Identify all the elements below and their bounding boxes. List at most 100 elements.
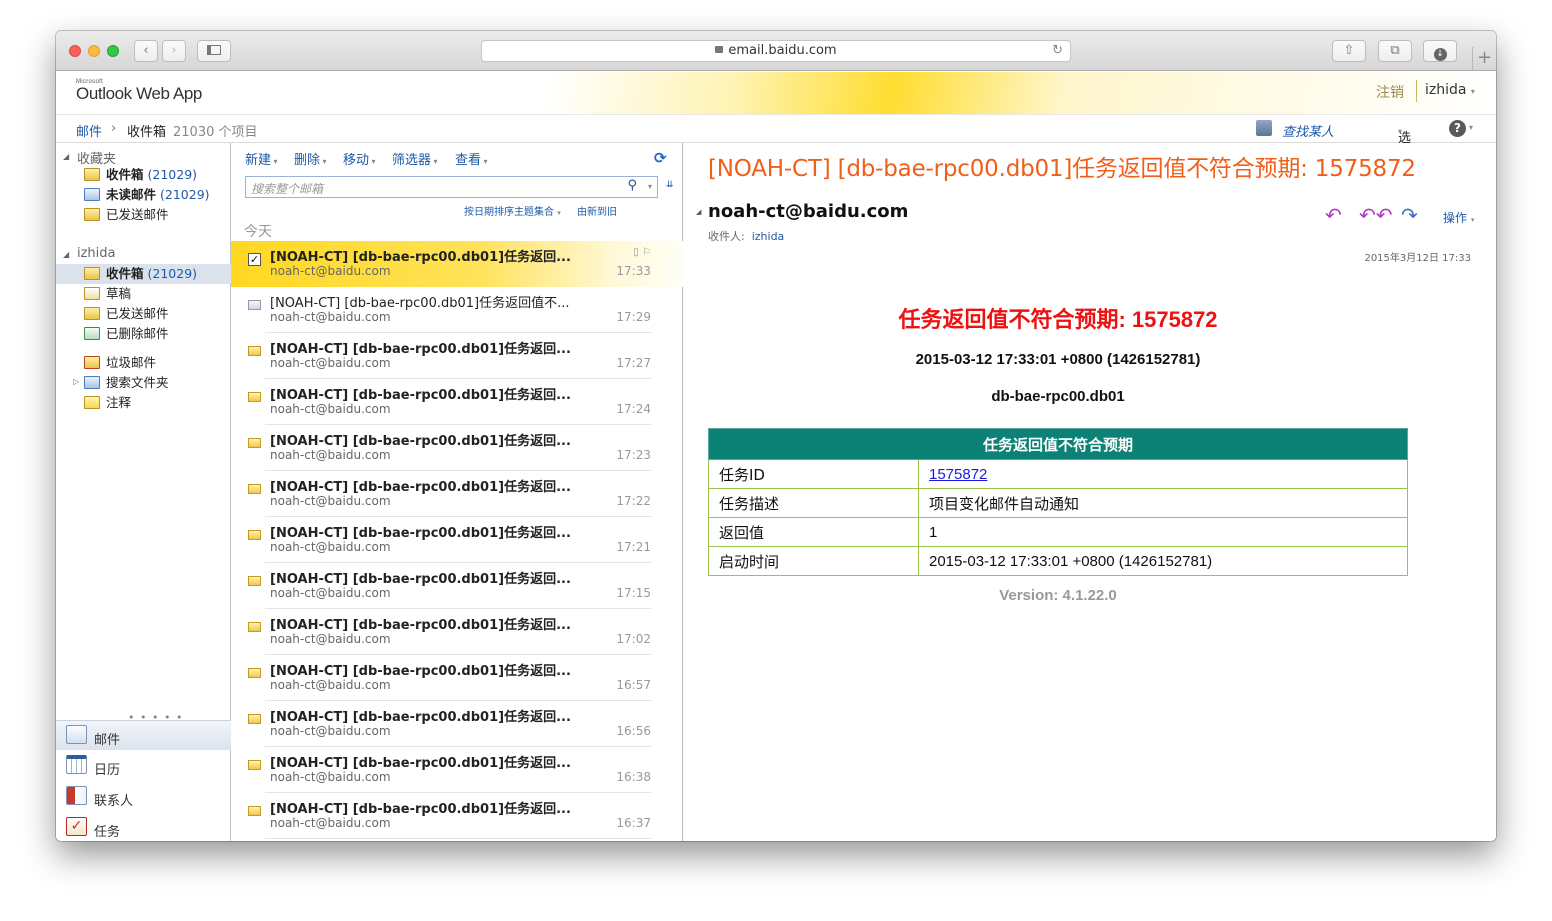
envelope-icon (248, 806, 261, 816)
list-item[interactable]: [NOAH-CT] [db-bae-rpc00.db01]任务返回值不... no… (231, 287, 683, 333)
nav-contacts-button[interactable]: 联系人 (56, 782, 231, 812)
nav-calendar-button[interactable]: 日历 (56, 751, 231, 781)
breadcrumb: 邮件 › 收件箱 21030 个项目 查找某人 选项 ▾ ? ▾ (56, 114, 1496, 165)
favorite-inbox[interactable]: 收件箱 (21029) (84, 166, 197, 184)
filter-button[interactable]: 筛选器 (392, 149, 438, 168)
list-item[interactable]: [NOAH-CT] [db-bae-rpc00.db01]任务返回... noah… (231, 655, 683, 701)
address-book-icon[interactable] (1256, 120, 1272, 136)
favorite-unread[interactable]: 未读邮件 (21029) (84, 186, 210, 204)
new-button[interactable]: 新建 (245, 149, 278, 168)
message-subject: [NOAH-CT] [db-bae-rpc00.db01]任务返回... (270, 664, 570, 679)
message-sender: noah-ct@baidu.com (270, 770, 391, 784)
user-name: izhida (1425, 82, 1467, 98)
forward-button[interactable]: › (162, 40, 186, 62)
table-key: 任务ID (708, 459, 919, 489)
collapse-header-icon[interactable]: ◢ (696, 208, 701, 216)
folder-label: 已发送邮件 (106, 306, 169, 321)
list-item[interactable]: ✓ [NOAH-CT] [db-bae-rpc00.db01]任务返回... noa… (231, 241, 683, 287)
message-time: 16:38 (616, 770, 651, 784)
zoom-window-button[interactable] (107, 45, 119, 57)
list-item[interactable]: [NOAH-CT] [db-bae-rpc00.db01]任务返回... noah… (231, 609, 683, 655)
share-button[interactable]: ⇧ (1332, 40, 1366, 62)
sort-by-menu[interactable]: 按日期排序主题集合 ▾ (464, 203, 561, 218)
help-icon[interactable]: ? (1449, 120, 1466, 137)
new-tab-button[interactable]: + (1472, 47, 1496, 71)
reload-icon[interactable]: ↻ (1052, 41, 1063, 61)
flag-icon[interactable]: ▯ ⚐ (633, 247, 651, 258)
sort-by-label: 按日期排序主题集合 (464, 207, 554, 218)
view-button[interactable]: 查看 (455, 149, 488, 168)
folder-search[interactable]: 搜索文件夹 (84, 374, 169, 392)
back-button[interactable]: ‹ (134, 40, 158, 62)
find-someone-link[interactable]: 查找某人 (1282, 121, 1334, 140)
minimize-window-button[interactable] (88, 45, 100, 57)
inbox-icon (84, 267, 100, 280)
envelope-icon (248, 530, 261, 540)
lock-icon (715, 46, 724, 53)
collapse-triangle-icon[interactable]: ◢ (63, 250, 69, 259)
expand-search-icon[interactable]: ⇊ (666, 180, 674, 190)
chevron-down-icon[interactable]: ▾ (648, 182, 652, 191)
list-item[interactable]: [NOAH-CT] [db-bae-rpc00.db01]任务返回... noah… (231, 379, 683, 425)
message-time: 16:56 (616, 724, 651, 738)
list-item[interactable]: [NOAH-CT] [db-bae-rpc00.db01]任务返回... noah… (231, 793, 683, 839)
sent-icon (84, 208, 100, 221)
tabs-button[interactable]: ⧉ (1378, 40, 1412, 62)
message-time: 17:21 (616, 540, 651, 554)
address-bar[interactable]: email.baidu.com ↻ (481, 40, 1071, 62)
task-id-link[interactable]: 1575872 (929, 466, 987, 483)
user-menu[interactable]: izhida ▾ (1425, 82, 1475, 98)
delete-button[interactable]: 删除 (294, 149, 327, 168)
sort-order-toggle[interactable]: 由新到旧 (577, 203, 617, 218)
folder-drafts[interactable]: 草稿 (84, 285, 131, 303)
search-icon[interactable]: ⚲ (627, 178, 637, 193)
folder-sent[interactable]: 已发送邮件 (84, 305, 169, 323)
envelope-icon (248, 438, 261, 448)
refresh-icon[interactable]: ⟳ (654, 149, 667, 167)
move-button[interactable]: 移动 (343, 149, 376, 168)
recipient-name[interactable]: izhida (752, 230, 785, 243)
folder-notes[interactable]: 注释 (84, 394, 131, 412)
list-item[interactable]: [NOAH-CT] [db-bae-rpc00.db01]任务返回... noah… (231, 747, 683, 793)
favorite-sent[interactable]: 已发送邮件 (84, 206, 169, 224)
downloads-button[interactable]: ↓ (1423, 40, 1457, 62)
close-window-button[interactable] (69, 45, 81, 57)
folder-junk[interactable]: 垃圾邮件 (84, 354, 156, 372)
list-item[interactable]: [NOAH-CT] [db-bae-rpc00.db01]任务返回... noah… (231, 471, 683, 517)
nav-mail-button[interactable]: 邮件 (56, 720, 231, 750)
search-placeholder: 搜索整个邮箱 (251, 182, 324, 196)
junk-icon (84, 356, 100, 369)
list-item[interactable]: [NOAH-CT] [db-bae-rpc00.db01]任务返回... noah… (231, 517, 683, 563)
forward-icon[interactable]: ↷ (1401, 203, 1418, 227)
list-item[interactable]: [NOAH-CT] [db-bae-rpc00.db01]任务返回... noah… (231, 333, 683, 379)
nav-tasks-button[interactable]: ✓ 任务 (56, 813, 231, 841)
folder-inbox[interactable]: 收件箱 (21029) (84, 265, 197, 283)
favorites-header[interactable]: 收藏夹 (77, 148, 116, 167)
calendar-icon (66, 755, 87, 774)
message-sender: noah-ct@baidu.com (270, 310, 391, 324)
table-value: 2015-03-12 17:33:01 +0800 (1426152781) (918, 546, 1408, 576)
sidebar-toggle-button[interactable] (197, 40, 231, 62)
envelope-icon (248, 668, 261, 678)
actions-menu[interactable]: 操作 ▾ (1443, 209, 1474, 226)
list-item[interactable]: [NOAH-CT] [db-bae-rpc00.db01]任务返回... noah… (231, 425, 683, 471)
breadcrumb-mail[interactable]: 邮件 (76, 121, 102, 140)
collapse-triangle-icon[interactable]: ◢ (63, 152, 69, 161)
account-header[interactable]: izhida (77, 246, 116, 261)
reply-all-icon[interactable]: ↶↶ (1359, 203, 1393, 227)
checkbox-icon[interactable]: ✓ (248, 253, 261, 266)
search-input[interactable]: 搜索整个邮箱 ⚲ ▾ (245, 176, 658, 198)
alert-timestamp: 2015-03-12 17:33:01 +0800 (1426152781) (915, 351, 1201, 368)
expand-triangle-icon[interactable]: ▷ (73, 377, 79, 386)
list-item[interactable]: [NOAH-CT] [db-bae-rpc00.db01]任务返回... noah… (231, 563, 683, 609)
reply-icon[interactable]: ↶ (1325, 203, 1342, 227)
folder-deleted[interactable]: 已删除邮件 (84, 325, 169, 343)
signout-link[interactable]: 注销 (1376, 82, 1404, 102)
chevron-down-icon: ▾ (557, 209, 561, 217)
list-item[interactable]: [NOAH-CT] [db-bae-rpc00.db01]任务返回... noah… (231, 701, 683, 747)
sender-address[interactable]: noah-ct@baidu.com (708, 201, 908, 222)
message-time: 17:23 (616, 448, 651, 462)
message-time: 17:24 (616, 402, 651, 416)
breadcrumb-folder: 收件箱 (127, 125, 167, 140)
nav-label: 联系人 (94, 794, 134, 809)
